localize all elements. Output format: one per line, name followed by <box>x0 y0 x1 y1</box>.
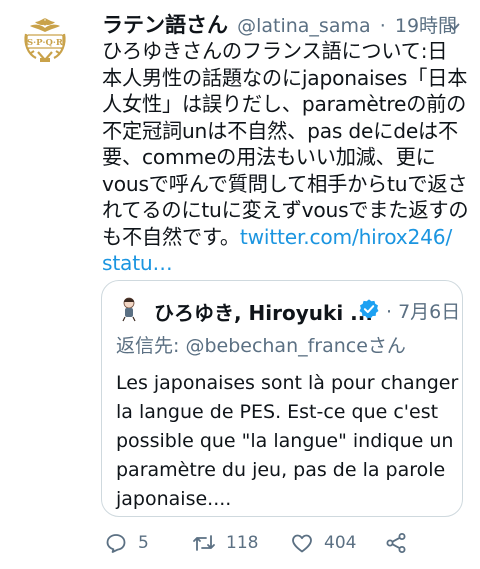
tweet-line: れてるのにtuに変えずvousでまた返すの <box>102 198 469 222</box>
quoted-author-avatar[interactable] <box>114 293 144 323</box>
tweet-line: 人女性」は誤りだし、paramètreの前の <box>102 92 467 116</box>
quoted-line: japonaise.... <box>116 488 232 510</box>
reply-button[interactable]: 5 <box>104 528 149 558</box>
quoted-date[interactable]: · 7月6日 <box>386 297 460 324</box>
tweet-line: 本人男性の話題なのにjaponaises「日本 <box>102 65 468 90</box>
tweet-line: ひろゆきさんのフランス語について:日 <box>102 39 448 63</box>
author-handle[interactable]: @latina_sama <box>237 15 371 37</box>
tweet-line: 要、commeの用法もいい加減、更に <box>102 145 436 169</box>
tweet-link[interactable]: twitter.com/hirox246/ <box>240 225 452 249</box>
spqr-logo-icon: S·P·Q·R <box>16 10 74 68</box>
reply-icon <box>106 534 126 553</box>
verified-icon <box>359 299 379 319</box>
avatar-text: S·P·Q·R <box>27 38 64 48</box>
tweet[interactable]: S·P·Q·R ラテン語さん @latina_sama · 19時間 ひろゆきさ… <box>0 0 480 569</box>
tweet-actions: 5 118 404 <box>102 528 472 558</box>
quoted-line: possible que "la langue" indique un <box>116 430 454 452</box>
tweet-line: も不自然です。 <box>102 224 240 249</box>
quoted-text: Les japonaises sont là pour changer la l… <box>116 369 459 514</box>
quoted-date-value: 7月6日 <box>398 301 461 323</box>
like-button[interactable]: 404 <box>290 528 356 558</box>
meta-separator: · <box>379 15 386 37</box>
retweet-count: 118 <box>226 533 259 553</box>
author-avatar[interactable]: S·P·Q·R <box>16 10 74 68</box>
tweet-line: 不定冠詞unは不自然、pas deにdeは不 <box>102 118 459 143</box>
quoted-reply-to: 返信先: @bebechan_franceさん <box>116 335 406 357</box>
tweet-text: ひろゆきさんのフランス語について:日 本人男性の話題なのにjaponaises「… <box>102 38 472 277</box>
tweet-link-continued[interactable]: statu… <box>102 250 472 277</box>
reply-count: 5 <box>138 533 149 553</box>
like-icon <box>292 534 312 553</box>
quoted-line: la langue de PES. Est-ce que c'est <box>116 401 439 423</box>
quoted-line: paramètre du jeu, pas de la parole <box>116 459 446 481</box>
retweet-icon <box>193 535 215 551</box>
more-icon[interactable] <box>448 21 460 33</box>
quoted-author-name[interactable]: ひろゆき, Hiroyuki ... <box>154 297 373 326</box>
quoted-line: Les japonaises sont là pour changer <box>116 372 459 394</box>
tweet-line: vousで呼んで質問して相手からtuで返さ <box>102 171 468 196</box>
quoted-tweet[interactable]: ひろゆき, Hiroyuki ... · 7月6日 返信先: @bebechan… <box>101 280 463 517</box>
tweet-header: ラテン語さん @latina_sama · 19時間 <box>102 9 460 39</box>
tweet-line-with-link: も不自然です。twitter.com/hirox246/ <box>102 224 472 251</box>
share-button[interactable] <box>384 528 418 558</box>
character-avatar-icon <box>114 293 144 323</box>
retweet-button[interactable]: 118 <box>192 528 258 558</box>
quoted-separator: · <box>386 301 393 323</box>
author-display-name[interactable]: ラテン語さん <box>102 13 228 37</box>
like-count: 404 <box>324 533 357 553</box>
share-icon <box>386 533 406 553</box>
